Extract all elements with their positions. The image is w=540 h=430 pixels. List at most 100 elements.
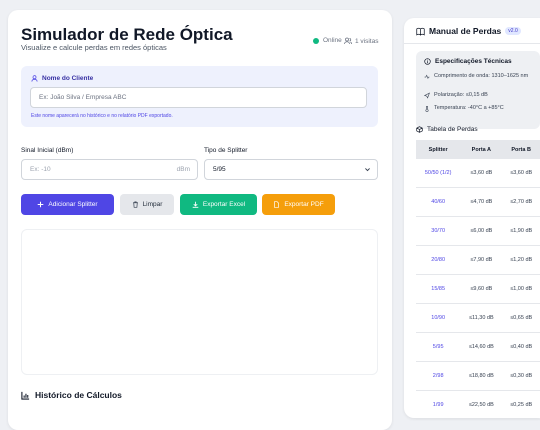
splitter-select[interactable]: 5/95 [204,159,378,180]
visit-counter: 1 visitas [344,37,378,45]
loss-manual-panel: Manual de Perdas v2.0 Especificações Téc… [404,18,540,420]
page-title: Simulador de Rede Óptica [21,25,233,44]
wave-icon [424,74,430,79]
cube-icon [416,126,423,133]
port-b-cell: ≤0,65 dB [502,303,540,333]
file-icon [274,201,280,208]
splitter-cell: 40/60 [416,187,461,217]
version-badge: v2.0 [505,27,521,35]
client-section: Nome do Cliente Ex: João Silva / Empresa… [21,66,378,127]
visit-count: 1 visitas [355,37,379,45]
network-visualization-area [21,229,378,375]
port-b-cell: ≤0,25 dB [502,390,540,420]
loss-table-heading: Tabela de Perdas [416,126,478,133]
book-icon [416,27,425,36]
port-b-cell: ≤1,20 dB [502,245,540,275]
port-a-cell: ≤6,00 dB [460,216,503,246]
signal-input[interactable]: Ex: -10 dBm [21,159,198,180]
table-row: 15/85 ≤9,60 dB ≤1,00 dB [416,274,540,304]
table-header-row: Splitter Porta A Porta B [416,140,540,159]
client-hint: Este nome aparecerá no histórico e no re… [31,113,173,119]
client-name-input[interactable]: Ex: João Silva / Empresa ABC [30,87,367,108]
splitter-label: Tipo de Splitter [204,147,248,154]
column-header: Porta B [502,140,540,159]
table-row: 40/60 ≤4,70 dB ≤2,70 dB [416,187,540,217]
signal-unit: dBm [176,166,190,173]
port-a-cell: ≤14,60 dB [460,332,503,362]
send-icon [424,92,430,99]
users-icon [344,37,352,45]
add-splitter-button[interactable]: Adicionar Splitter [21,194,114,215]
table-row: 30/70 ≤6,00 dB ≤1,90 dB [416,216,540,246]
download-icon [192,201,199,208]
thermometer-icon [425,106,429,112]
spec-temperature-text: Temperatura: -40°C a +85°C [434,105,504,111]
bar-chart-icon [21,391,30,400]
export-excel-label: Exportar Excel [202,201,246,208]
specs-section: Especificações Técnicas Comprimento de o… [416,51,540,129]
splitter-cell: 1/99 [416,390,461,420]
table-row: 5/95 ≤14,60 dB ≤0,40 dB [416,332,540,362]
splitter-selected: 5/95 [213,166,226,173]
trash-icon [132,201,138,208]
port-a-cell: ≤11,30 dB [460,303,503,333]
history-heading: Histórico de Cálculos [21,390,122,400]
port-b-cell: ≤0,30 dB [502,361,540,391]
port-a-cell: ≤7,90 dB [460,245,503,275]
splitter-cell: 30/70 [416,216,461,246]
chevron-down-icon [365,168,370,172]
column-header: Porta A [460,140,503,159]
page-subtitle: Visualize e calcule perdas em redes ópti… [21,43,167,52]
client-label: Nome do Cliente [31,75,93,82]
port-b-cell: ≤1,90 dB [502,216,540,246]
port-a-cell: ≤9,60 dB [460,274,503,304]
table-row: 1/99 ≤22,50 dB ≤0,25 dB [416,390,540,420]
splitter-cell: 20/80 [416,245,461,275]
user-icon [31,75,38,82]
splitter-cell: 5/95 [416,332,461,362]
export-pdf-button[interactable]: Exportar PDF [262,194,335,215]
manual-title: Manual de Perdas [429,26,502,36]
port-b-cell: ≤0,40 dB [502,332,540,362]
table-row: 20/80 ≤7,90 dB ≤1,20 dB [416,245,540,275]
port-a-cell: ≤22,50 dB [460,390,503,420]
splitter-cell: 15/85 [416,274,461,304]
spec-polarization: Polarização: ≤0,15 dB [424,91,488,100]
client-label-text: Nome do Cliente [42,75,94,82]
export-excel-button[interactable]: Exportar Excel [180,194,257,215]
port-a-cell: ≤4,70 dB [460,187,503,217]
divider [404,43,540,44]
spec-temperature: Temperatura: -40°C a +85°C [424,104,504,113]
loss-table: Splitter Porta A Porta B 50/50 (1/2) ≤3,… [416,140,540,420]
status-text: Online [323,37,342,44]
export-pdf-label: Exportar PDF [284,201,324,208]
clear-label: Limpar [142,201,163,208]
specs-heading: Especificações Técnicas [424,58,512,65]
table-row: 10/90 ≤11,30 dB ≤0,65 dB [416,303,540,333]
table-row: 2/98 ≤18,80 dB ≤0,30 dB [416,361,540,391]
port-b-cell: ≤1,00 dB [502,274,540,304]
table-row: 50/50 (1/2) ≤3,60 dB ≤3,60 dB [416,159,540,188]
port-a-cell: ≤18,80 dB [460,361,503,391]
splitter-cell: 2/98 [416,361,461,391]
info-icon [424,58,431,65]
signal-label: Sinal Inicial (dBm) [21,147,74,154]
signal-placeholder: Ex: -10 [30,166,51,173]
manual-heading: Manual de Perdas v2.0 [416,26,521,36]
loss-table-title: Tabela de Perdas [427,126,478,133]
online-dot-icon [313,37,319,44]
clear-button[interactable]: Limpar [120,194,174,215]
simulator-panel: Simulador de Rede Óptica Visualize e cal… [8,10,392,430]
column-header: Splitter [416,140,461,159]
splitter-cell: 50/50 (1/2) [416,159,461,188]
spec-polarization-text: Polarização: ≤0,15 dB [434,92,488,98]
port-b-cell: ≤2,70 dB [502,187,540,217]
splitter-cell: 10/90 [416,303,461,333]
specs-title: Especificações Técnicas [435,58,512,65]
history-title: Histórico de Cálculos [35,390,122,400]
port-b-cell: ≤3,60 dB [502,159,540,188]
spec-wavelength-text: Comprimento de onda: 1310–1625 nm [434,73,529,79]
add-splitter-label: Adicionar Splitter [48,201,98,208]
port-a-cell: ≤3,60 dB [460,159,503,188]
plus-icon [38,201,44,208]
